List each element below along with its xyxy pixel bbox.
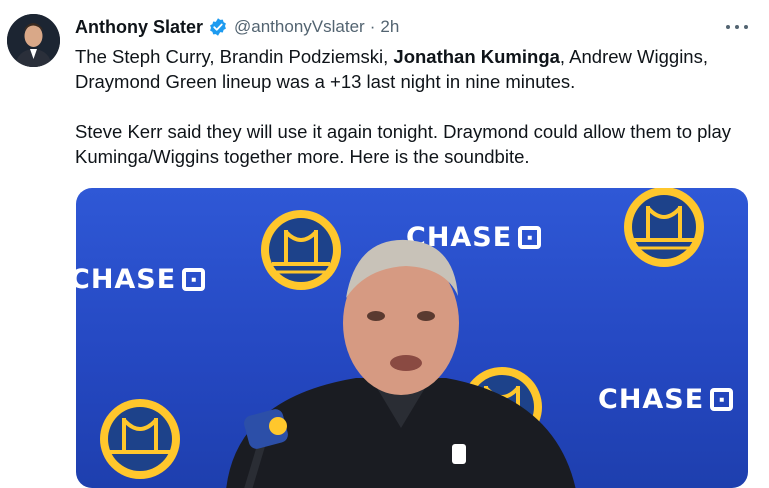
sponsor-logo: CHASE xyxy=(76,264,206,295)
timestamp[interactable]: 2h xyxy=(380,17,399,37)
separator-dot: · xyxy=(369,17,376,36)
microphone-icon xyxy=(244,409,288,488)
more-options-icon[interactable] xyxy=(726,18,748,36)
sponsor-text: CHASE xyxy=(76,264,177,295)
tweet-header: Anthony Slater @anthonyVslater · 2h xyxy=(75,16,399,38)
bold-name: Jonathan Kuminga xyxy=(393,46,560,67)
warriors-logo xyxy=(624,188,704,267)
author-handle[interactable]: @anthonyVslater xyxy=(234,17,365,37)
text-segment: The Steph Curry, Brandin Podziemski, xyxy=(75,46,394,67)
tweet-text: The Steph Curry, Brandin Podziemski, Jon… xyxy=(75,44,745,169)
author-name[interactable]: Anthony Slater xyxy=(75,17,203,38)
sponsor-text: CHASE xyxy=(598,384,705,415)
avatar-image xyxy=(7,14,60,67)
sponsor-logo: CHASE xyxy=(598,384,734,415)
tweet-paragraph-2: Steve Kerr said they will use it again t… xyxy=(75,121,732,167)
warriors-logo xyxy=(100,399,180,479)
tweet-paragraph-1: The Steph Curry, Brandin Podziemski, Jon… xyxy=(75,44,745,94)
avatar[interactable] xyxy=(7,14,60,67)
video-media[interactable]: CHASE CHASE CHASE xyxy=(76,188,748,488)
verified-badge-icon xyxy=(208,17,228,37)
